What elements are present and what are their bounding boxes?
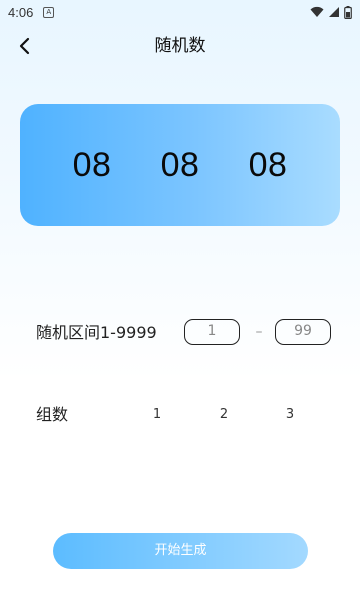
random-numbers-card: 08 08 08 (20, 104, 340, 226)
status-time: 4:06 (8, 4, 34, 20)
range-separator: – (255, 324, 263, 340)
status-icons (310, 5, 352, 19)
groups-row: 组数 1 2 3 (36, 400, 336, 430)
group-option-3[interactable]: 3 (278, 400, 302, 430)
groups-label: 组数 (36, 405, 69, 424)
status-bar: 4:06 A (0, 0, 360, 24)
range-min-input[interactable]: 1 (184, 319, 240, 345)
app-notification-icon: A (43, 6, 55, 18)
group-option-1[interactable]: 1 (145, 400, 169, 430)
range-max-input[interactable]: 99 (275, 319, 331, 345)
wifi-icon (310, 6, 324, 17)
page-title: 随机数 (154, 36, 206, 56)
signal-icon (329, 7, 339, 17)
random-number-1: 08 (72, 145, 112, 184)
top-bar: 随机数 (0, 28, 360, 64)
random-number-2: 08 (160, 145, 200, 184)
random-number-3: 08 (248, 145, 288, 184)
start-generate-button[interactable]: 开始生成 (53, 533, 308, 569)
group-option-2[interactable]: 2 (212, 400, 236, 430)
range-label: 随机区间1-9999 (36, 323, 157, 342)
battery-icon (344, 5, 352, 19)
range-row: 随机区间1-9999 1 – 99 (36, 318, 336, 348)
